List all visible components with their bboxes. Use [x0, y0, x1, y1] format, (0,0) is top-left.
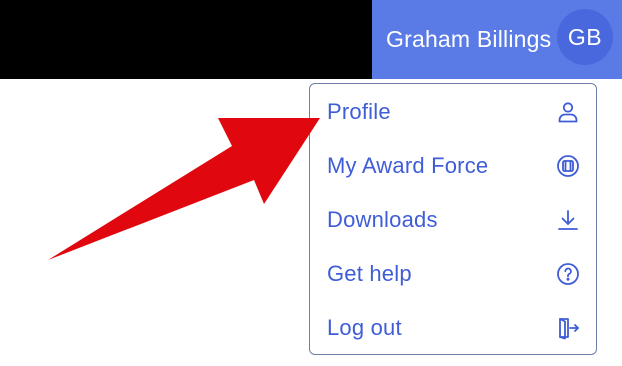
avatar[interactable]: GB — [557, 9, 613, 65]
menu-item-downloads[interactable]: Downloads — [310, 193, 596, 247]
user-menu-toggle[interactable]: Graham Billings GB — [372, 0, 622, 79]
logout-icon — [556, 316, 580, 340]
user-icon — [556, 100, 580, 124]
download-icon — [556, 208, 580, 232]
top-bar: Graham Billings GB — [0, 0, 622, 79]
menu-item-label: Profile — [327, 99, 391, 124]
menu-item-label: Log out — [327, 315, 402, 340]
user-dropdown-menu: Profile My Award Force Downloads Get hel… — [309, 83, 597, 355]
user-name: Graham Billings — [386, 26, 552, 52]
arrow-shape — [48, 118, 320, 260]
menu-item-log-out[interactable]: Log out — [310, 301, 596, 355]
menu-item-label: Downloads — [327, 207, 438, 232]
screenshot-stage: Graham Billings GB Profile My Award Forc… — [0, 0, 622, 366]
menu-item-label: My Award Force — [327, 153, 489, 178]
menu-item-profile[interactable]: Profile — [310, 85, 596, 139]
menu-item-my-award-force[interactable]: My Award Force — [310, 139, 596, 193]
award-force-icon — [556, 154, 580, 178]
menu-item-label: Get help — [327, 261, 412, 286]
menu-item-get-help[interactable]: Get help — [310, 247, 596, 301]
help-icon — [556, 262, 580, 286]
